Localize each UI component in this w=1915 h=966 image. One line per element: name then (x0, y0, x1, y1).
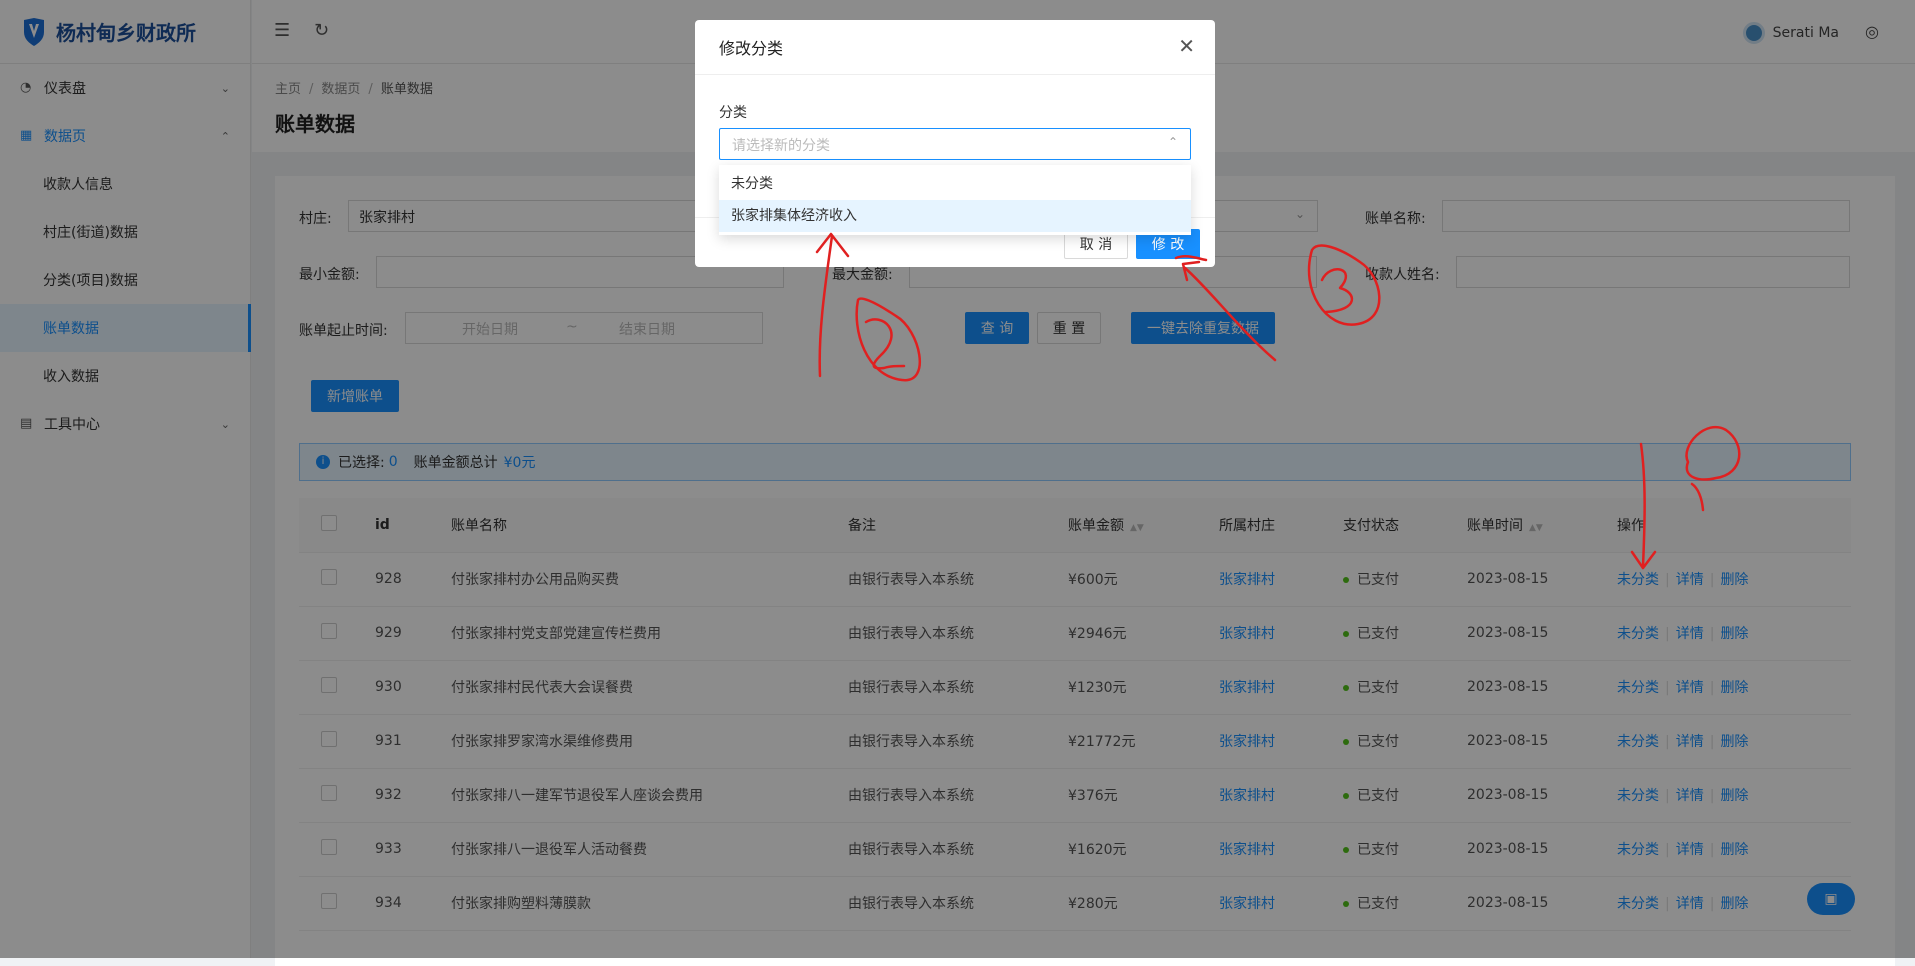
category-placeholder: 请选择新的分类 (732, 138, 830, 154)
category-option[interactable]: 未分类 (719, 168, 1191, 200)
category-dropdown: 未分类 张家排集体经济收入 (719, 165, 1191, 235)
category-select[interactable]: 请选择新的分类 ⌃ (719, 128, 1191, 160)
close-icon[interactable]: ✕ (1178, 34, 1195, 58)
category-label: 分类 (719, 105, 747, 121)
chevron-up-icon: ⌃ (1167, 135, 1178, 149)
category-option[interactable]: 张家排集体经济收入 (719, 200, 1191, 232)
modal-title: 修改分类 (695, 20, 1215, 75)
